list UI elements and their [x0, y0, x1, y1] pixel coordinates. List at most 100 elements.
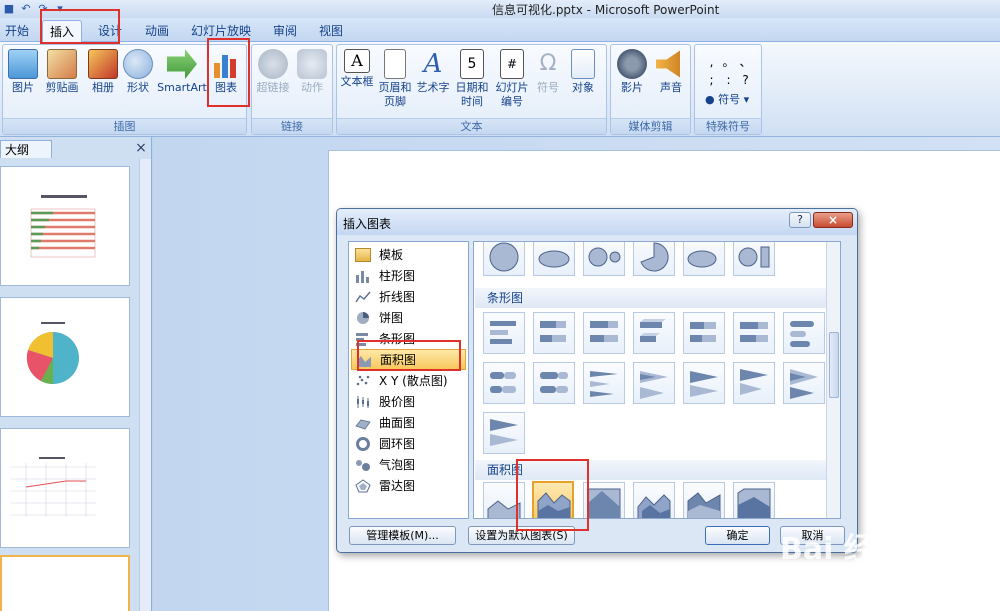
cone-subtype-thumb-2[interactable]: [633, 362, 675, 404]
scrollbar-thumb[interactable]: [829, 332, 839, 398]
chart-type-line[interactable]: 折线图: [351, 286, 466, 307]
panel-header: 大纲 ×: [0, 140, 152, 158]
exploded-pie3d-subtype-thumb[interactable]: [683, 242, 725, 276]
scatter-chart-icon: [355, 374, 371, 388]
chart-type-template[interactable]: 模板: [351, 244, 466, 265]
pie-of-pie-subtype-thumb[interactable]: [583, 242, 625, 276]
title-bar: ■ ↶ ↷ ▾ 信息可视化.pptx - Microsoft PowerPoin…: [0, 0, 1000, 18]
panel-scrollbar[interactable]: [139, 159, 151, 611]
symbol-semicolon[interactable]: ;: [703, 71, 720, 89]
symbol-dunhao[interactable]: 、: [737, 53, 754, 71]
tab-outline[interactable]: 大纲: [0, 140, 52, 158]
close-icon[interactable]: ×: [134, 140, 148, 156]
tab-review[interactable]: 审阅: [268, 20, 302, 42]
pie-chart-thumbnail: [26, 322, 79, 384]
album-button[interactable]: 相册: [85, 47, 121, 95]
wordart-button[interactable]: A 艺术字: [415, 47, 451, 95]
tab-animation[interactable]: 动画: [140, 20, 174, 42]
group-text: A 文本框 页眉和 页脚 A 艺术字 5 日期和 时间 # 幻灯片 编号 Ω 符…: [336, 44, 607, 135]
save-icon[interactable]: ■: [2, 2, 16, 16]
symbol-dropdown-button[interactable]: ● 符号 ▾: [705, 91, 749, 107]
gallery-scrollbar[interactable]: [826, 242, 840, 518]
datetime-button[interactable]: 5 日期和 时间: [453, 47, 491, 109]
bullet-icon: ●: [705, 93, 715, 106]
bar3d-subtype-thumb-1[interactable]: [633, 312, 675, 354]
undo-icon[interactable]: ↶: [19, 2, 33, 16]
clipart-button[interactable]: 剪贴画: [41, 47, 83, 95]
area3d-subtype-thumb-3[interactable]: [733, 482, 775, 518]
shapes-button[interactable]: 形状: [121, 47, 155, 95]
slide-thumbnail-3[interactable]: [0, 428, 130, 548]
pie-chart-icon: [355, 311, 371, 325]
chart-type-stock[interactable]: 股价图: [351, 391, 466, 412]
group-label-text: 文本: [337, 118, 606, 134]
slide-thumbnail-1[interactable]: [0, 166, 130, 286]
bar-subtype-thumb-2[interactable]: [533, 312, 575, 354]
ribbon-tabs: 开始 插入 设计 动画 幻灯片放映 审阅 视图: [0, 18, 1000, 42]
highlight-insert-tab: [40, 9, 120, 44]
pyramid-subtype-thumb-2[interactable]: [783, 362, 825, 404]
cylinder-subtype-thumb-1[interactable]: [483, 362, 525, 404]
surface-chart-icon: [355, 416, 371, 430]
picture-button[interactable]: 图片: [5, 47, 41, 95]
calendar-icon: 5: [460, 49, 484, 79]
symbol-period[interactable]: 。: [720, 53, 737, 71]
tab-view[interactable]: 视图: [314, 20, 348, 42]
chart-type-column[interactable]: 柱形图: [351, 265, 466, 286]
watermark-text: Bai 经验: [780, 532, 904, 567]
pie-subtype-thumb[interactable]: [483, 242, 525, 276]
header-footer-icon: [384, 49, 406, 79]
dialog-title: 插入图表: [343, 217, 392, 231]
chart-type-pie[interactable]: 饼图: [351, 307, 466, 328]
chart-type-doughnut[interactable]: 圆环图: [351, 433, 466, 454]
textbox-button[interactable]: A 文本框: [339, 47, 375, 89]
bar-subtype-thumb-1[interactable]: [483, 312, 525, 354]
exploded-pie-subtype-thumb[interactable]: [633, 242, 675, 276]
chart-type-bubble[interactable]: 气泡图: [351, 454, 466, 475]
sound-button[interactable]: 声音: [653, 47, 689, 95]
slide-thumbnail-2[interactable]: [0, 297, 130, 417]
action-button[interactable]: 动作: [294, 47, 330, 95]
header-footer-button[interactable]: 页眉和 页脚: [377, 47, 413, 109]
hyperlink-button[interactable]: 超链接: [254, 47, 292, 95]
symbol-comma[interactable]: ,: [703, 53, 720, 71]
symbol-question[interactable]: ?: [737, 71, 754, 89]
symbol-button[interactable]: Ω 符号: [533, 47, 563, 95]
area3d-subtype-thumb-2[interactable]: [683, 482, 725, 518]
close-icon[interactable]: ×: [813, 212, 853, 228]
help-icon[interactable]: ?: [789, 212, 811, 228]
bar3d-subtype-thumb-2[interactable]: [683, 312, 725, 354]
highlight-stacked-area: [516, 459, 589, 531]
ok-button[interactable]: 确定: [705, 526, 770, 545]
line-chart-icon: [355, 290, 371, 304]
slide-number-button[interactable]: # 幻灯片 编号: [493, 47, 531, 109]
bar-of-pie-subtype-thumb[interactable]: [733, 242, 775, 276]
special-symbol-grid: ,。、 ;:?: [703, 53, 755, 89]
chart-type-radar[interactable]: 雷达图: [351, 475, 466, 496]
cylinder-subtype-thumb-2[interactable]: [533, 362, 575, 404]
symbol-colon[interactable]: :: [720, 71, 737, 89]
dialog-titlebar: 插入图表 ? ×: [337, 209, 857, 235]
pyramid-subtype-thumb-3[interactable]: [483, 412, 525, 454]
pie3d-subtype-thumb[interactable]: [533, 242, 575, 276]
bar-subtype-thumb-3[interactable]: [583, 312, 625, 354]
chart-type-scatter[interactable]: X Y (散点图): [351, 370, 466, 391]
movie-button[interactable]: 影片: [613, 47, 651, 95]
cone-subtype-thumb-1[interactable]: [583, 362, 625, 404]
area-subtype-thumb-percent[interactable]: [583, 482, 625, 518]
bar3d-subtype-thumb-3[interactable]: [733, 312, 775, 354]
group-label-illustrations: 插图: [3, 118, 246, 134]
cone-subtype-thumb-3[interactable]: [683, 362, 725, 404]
chart-type-surface[interactable]: 曲面图: [351, 412, 466, 433]
group-special-symbols: ,。、 ;:? ● 符号 ▾ 特殊符号: [694, 44, 762, 135]
wordart-icon: A: [423, 49, 443, 79]
manage-templates-button[interactable]: 管理模板(M)...: [349, 526, 456, 545]
smartart-button[interactable]: SmartArt: [155, 47, 209, 95]
object-icon: [571, 49, 595, 79]
object-button[interactable]: 对象: [565, 47, 601, 95]
pyramid-subtype-thumb-1[interactable]: [733, 362, 775, 404]
area3d-subtype-thumb-1[interactable]: [633, 482, 675, 518]
slide-thumbnail-4[interactable]: [0, 555, 130, 611]
cylinder-bar-subtype-thumb[interactable]: [783, 312, 825, 354]
tab-home[interactable]: 开始: [0, 20, 34, 42]
